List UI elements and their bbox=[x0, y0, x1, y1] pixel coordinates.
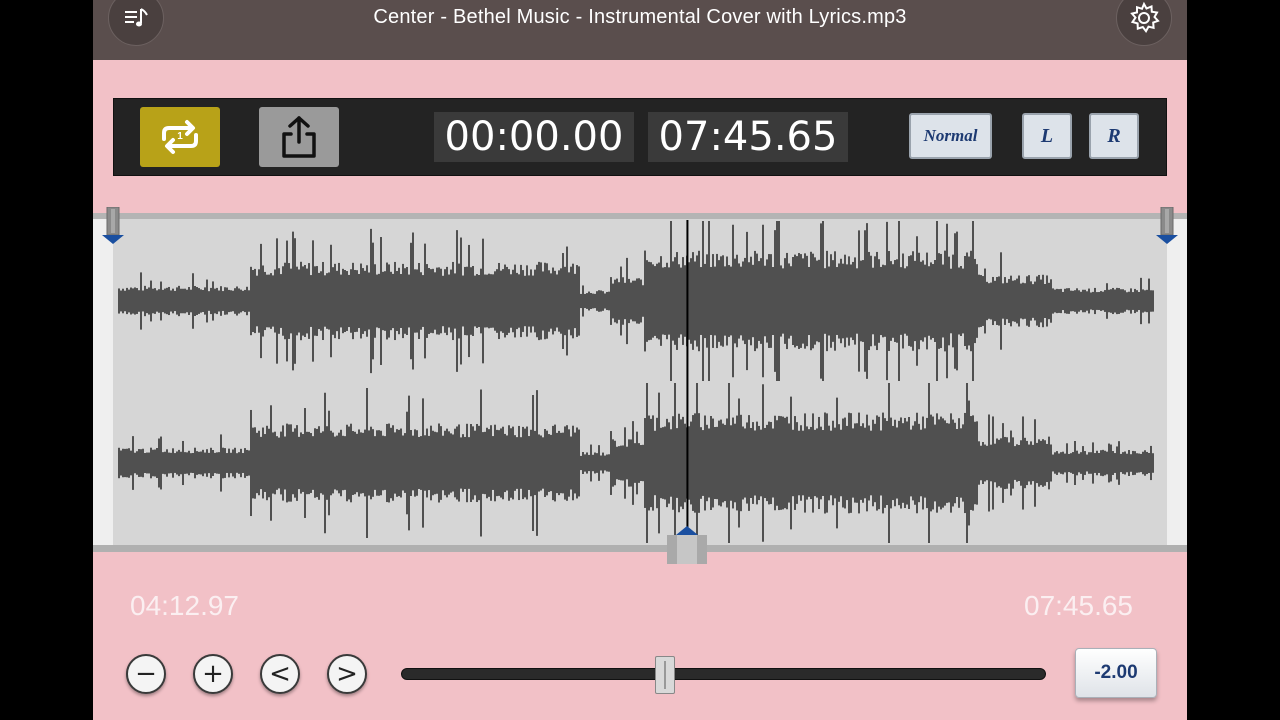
right-channel-waveform bbox=[118, 383, 1154, 543]
end-time-display[interactable]: 07:45.65 bbox=[648, 112, 848, 162]
loop-start-marker[interactable] bbox=[100, 207, 126, 247]
left-channel-button[interactable]: L bbox=[1022, 113, 1072, 159]
previous-button[interactable]: < bbox=[260, 654, 300, 694]
speed-slider-track[interactable] bbox=[401, 668, 1046, 680]
current-position: 04:12.97 bbox=[130, 590, 239, 621]
waveform bbox=[118, 220, 1154, 543]
track-title: Center - Bethel Music - Instrumental Cov… bbox=[373, 6, 907, 28]
gear-icon bbox=[1130, 1, 1160, 34]
waveform-view[interactable] bbox=[93, 207, 1187, 564]
plus-button[interactable]: + bbox=[193, 654, 233, 694]
settings-button[interactable] bbox=[1116, 0, 1172, 46]
loop-end-marker[interactable] bbox=[1154, 207, 1180, 247]
share-button[interactable] bbox=[259, 107, 339, 167]
minus-button[interactable]: − bbox=[126, 654, 166, 694]
loop-button[interactable]: 1 bbox=[140, 107, 220, 167]
repeat-one-icon: 1 bbox=[162, 120, 198, 154]
app-window: Center - Bethel Music - Instrumental Cov… bbox=[93, 0, 1187, 720]
normal-channel-button[interactable]: Normal bbox=[909, 113, 992, 159]
left-channel-waveform bbox=[118, 221, 1154, 381]
total-duration: 07:45.65 bbox=[1024, 590, 1133, 621]
speed-slider-thumb[interactable] bbox=[655, 656, 676, 694]
svg-text:1: 1 bbox=[177, 131, 183, 142]
share-upload-icon bbox=[282, 116, 316, 158]
playhead-handle[interactable] bbox=[667, 523, 708, 565]
next-button[interactable]: > bbox=[327, 654, 367, 694]
right-channel-button[interactable]: R bbox=[1089, 113, 1139, 159]
start-time-display[interactable]: 00:00.00 bbox=[434, 112, 634, 162]
speed-value-button[interactable]: -2.00 bbox=[1075, 648, 1157, 698]
title-bar: Center - Bethel Music - Instrumental Cov… bbox=[93, 0, 1187, 60]
toolbar: 1 00:00.00 07:45.65 Normal L R bbox=[113, 98, 1167, 176]
